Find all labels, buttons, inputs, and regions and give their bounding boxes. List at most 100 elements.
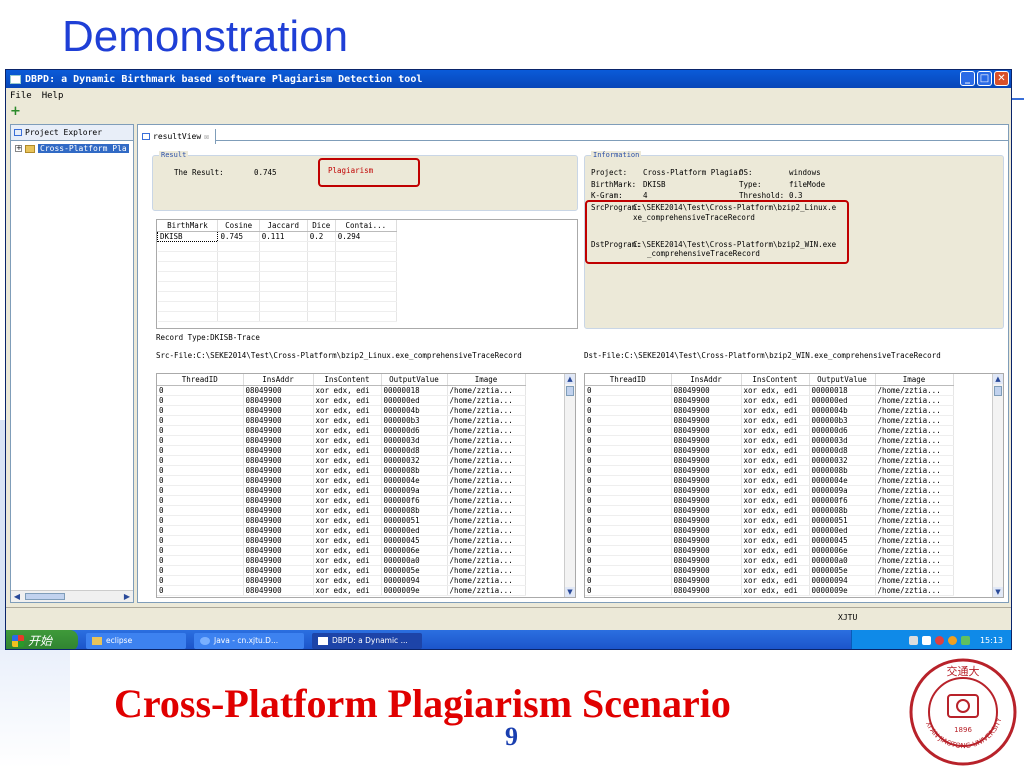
table-cell: xor edx, edi [313, 545, 382, 556]
table-cell: xor edx, edi [313, 485, 382, 496]
dst-trace-column-header[interactable]: OutputValue [809, 374, 876, 386]
volume-icon[interactable] [960, 636, 970, 645]
security-icon[interactable] [934, 636, 944, 645]
dst-trace-row[interactable]: 0 08049900 xor edx, edi 0000004b/home/zztia… [585, 405, 954, 416]
table-cell: xor edx, edi [313, 475, 382, 486]
network-icon[interactable] [947, 636, 957, 645]
dst-trace-row[interactable]: 0 08049900 xor edx, edi 0000008b/home/zztia… [585, 465, 954, 476]
dst-trace-row[interactable]: 0 08049900 xor edx, edi 000000f6/home/zztia… [585, 495, 954, 506]
close-button[interactable]: ✕ [994, 71, 1009, 86]
metrics-row[interactable]: DKISB 0.745 0.111 0.2 0.294 [157, 230, 398, 242]
add-project-icon[interactable]: + [10, 105, 22, 118]
src-trace-row[interactable]: 0 08049900 xor edx, edi 0000005e/home/zztia… [157, 565, 526, 576]
src-trace-column-header[interactable]: Image [447, 374, 526, 386]
scroll-down-icon[interactable]: ▼ [993, 587, 1003, 597]
src-trace-row[interactable]: 0 08049900 xor edx, edi 000000a0/home/zztia… [157, 555, 526, 566]
table-cell: /home/zztia... [875, 515, 954, 526]
dst-trace-row[interactable]: 0 08049900 xor edx, edi 0000005e/home/zztia… [585, 565, 954, 576]
menu-file[interactable]: File [10, 91, 32, 101]
start-button[interactable]: 开始 [6, 630, 78, 649]
src-trace-column-header[interactable]: ThreadID [157, 374, 244, 386]
scroll-down-icon[interactable]: ▼ [565, 587, 575, 597]
dst-trace-row[interactable]: 0 08049900 xor edx, edi 00000018/home/zztia… [585, 385, 954, 396]
table-cell: 08049900 [671, 445, 742, 456]
dst-trace-column-header[interactable]: InsAddr [671, 374, 742, 386]
src-trace-row[interactable]: 0 08049900 xor edx, edi 00000045/home/zztia… [157, 535, 526, 546]
dst-trace-column-header[interactable]: ThreadID [585, 374, 672, 386]
metrics-column-header[interactable]: Jaccard [259, 220, 308, 232]
dst-trace-row[interactable]: 0 08049900 xor edx, edi 0000009e/home/zztia… [585, 585, 954, 596]
horizontal-scrollbar[interactable]: ◀ ▶ [11, 590, 133, 602]
dst-trace-column-header[interactable]: Image [875, 374, 954, 386]
close-tab-icon[interactable]: ☒ [204, 132, 209, 141]
vertical-scrollbar[interactable]: ▲ ▼ [992, 374, 1003, 597]
tab-project-explorer[interactable]: Project Explorer [11, 125, 133, 141]
dst-trace-row[interactable]: 0 08049900 xor edx, edi 0000004e/home/zztia… [585, 475, 954, 486]
maximize-button[interactable]: □ [977, 71, 992, 86]
metrics-column-header[interactable]: Dice [307, 220, 336, 232]
src-trace-row[interactable]: 0 08049900 xor edx, edi 00000032/home/zztia… [157, 455, 526, 466]
dst-trace-row[interactable]: 0 08049900 xor edx, edi 000000d6/home/zztia… [585, 425, 954, 436]
src-trace-row[interactable]: 0 08049900 xor edx, edi 00000094/home/zztia… [157, 575, 526, 586]
dst-trace-row[interactable]: 0 08049900 xor edx, edi 0000003d/home/zztia… [585, 435, 954, 446]
expand-icon[interactable]: + [15, 145, 22, 152]
dst-trace-row[interactable]: 0 08049900 xor edx, edi 0000006e/home/zztia… [585, 545, 954, 556]
metrics-column-header[interactable]: BirthMark [157, 220, 219, 232]
dst-trace-row[interactable]: 0 08049900 xor edx, edi 000000ed/home/zztia… [585, 525, 954, 536]
clock[interactable]: 15:13 [980, 636, 1003, 645]
taskbar-item-eclipse[interactable]: eclipse [86, 632, 186, 649]
src-trace-row[interactable]: 0 08049900 xor edx, edi 000000ed/home/zztia… [157, 395, 526, 406]
dst-trace-column-header[interactable]: InsContent [741, 374, 810, 386]
window-titlebar[interactable]: DBPD: a Dynamic Birthmark based software… [6, 70, 1011, 88]
src-trace-row[interactable]: 0 08049900 xor edx, edi 0000004e/home/zztia… [157, 475, 526, 486]
metrics-column-header[interactable]: Contai... [335, 220, 398, 232]
src-trace-row[interactable]: 0 08049900 xor edx, edi 00000018/home/zztia… [157, 385, 526, 396]
src-trace-column-header[interactable]: InsContent [313, 374, 382, 386]
src-trace-row[interactable]: 0 08049900 xor edx, edi 0000006e/home/zztia… [157, 545, 526, 556]
src-trace-row[interactable]: 0 08049900 xor edx, edi 00000051/home/zztia… [157, 515, 526, 526]
dst-trace-row[interactable]: 0 08049900 xor edx, edi 00000051/home/zztia… [585, 515, 954, 526]
scroll-up-icon[interactable]: ▲ [993, 374, 1003, 384]
src-trace-row[interactable]: 0 08049900 xor edx, edi 0000004b/home/zztia… [157, 405, 526, 416]
dst-trace-row[interactable]: 0 08049900 xor edx, edi 000000ed/home/zztia… [585, 395, 954, 406]
dst-trace-row[interactable]: 0 08049900 xor edx, edi 00000045/home/zztia… [585, 535, 954, 546]
help-icon[interactable] [921, 636, 931, 645]
src-trace-row[interactable]: 0 08049900 xor edx, edi 0000009e/home/zztia… [157, 585, 526, 596]
dst-trace-row[interactable]: 0 08049900 xor edx, edi 000000d8/home/zztia… [585, 445, 954, 456]
scroll-thumb[interactable] [994, 386, 1002, 396]
scroll-right-icon[interactable]: ▶ [122, 592, 132, 602]
scroll-thumb[interactable] [25, 593, 65, 600]
table-cell: xor edx, edi [741, 465, 810, 476]
minimize-button[interactable]: _ [960, 71, 975, 86]
taskbar-item-dbpd[interactable]: DBPD: a Dynamic ... [312, 632, 422, 649]
src-trace-row[interactable]: 0 08049900 xor edx, edi 0000003d/home/zztia… [157, 435, 526, 446]
tab-result-view[interactable]: resultView ☒ [138, 129, 216, 144]
src-trace-column-header[interactable]: OutputValue [381, 374, 448, 386]
table-cell: /home/zztia... [447, 415, 526, 426]
dst-trace-row[interactable]: 0 08049900 xor edx, edi 0000009a/home/zztia… [585, 485, 954, 496]
src-trace-row[interactable]: 0 08049900 xor edx, edi 000000b3/home/zztia… [157, 415, 526, 426]
src-trace-row[interactable]: 0 08049900 xor edx, edi 000000d6/home/zztia… [157, 425, 526, 436]
src-trace-column-header[interactable]: InsAddr [243, 374, 314, 386]
src-trace-row[interactable]: 0 08049900 xor edx, edi 000000d8/home/zztia… [157, 445, 526, 456]
vertical-scrollbar[interactable]: ▲ ▼ [564, 374, 575, 597]
scroll-thumb[interactable] [566, 386, 574, 396]
taskbar-item-java[interactable]: Java - cn.xjtu.D... [194, 632, 304, 649]
src-trace-row[interactable]: 0 08049900 xor edx, edi 0000009a/home/zztia… [157, 485, 526, 496]
src-trace-row[interactable]: 0 08049900 xor edx, edi 000000f6/home/zztia… [157, 495, 526, 506]
scroll-left-icon[interactable]: ◀ [12, 592, 22, 602]
keyboard-icon[interactable] [908, 636, 918, 645]
metrics-column-header[interactable]: Cosine [217, 220, 260, 232]
dst-trace-row[interactable]: 0 08049900 xor edx, edi 0000008b/home/zztia… [585, 505, 954, 516]
src-trace-row[interactable]: 0 08049900 xor edx, edi 0000008b/home/zztia… [157, 465, 526, 476]
src-trace-row[interactable]: 0 08049900 xor edx, edi 000000ed/home/zztia… [157, 525, 526, 536]
group-legend: Result [159, 151, 189, 159]
scroll-up-icon[interactable]: ▲ [565, 374, 575, 384]
menu-help[interactable]: Help [42, 91, 64, 101]
src-trace-row[interactable]: 0 08049900 xor edx, edi 0000008b/home/zztia… [157, 505, 526, 516]
dst-trace-row[interactable]: 0 08049900 xor edx, edi 000000a0/home/zztia… [585, 555, 954, 566]
dst-trace-row[interactable]: 0 08049900 xor edx, edi 00000094/home/zztia… [585, 575, 954, 586]
tree-item-project[interactable]: + Cross-Platform Pla [11, 141, 133, 153]
dst-trace-row[interactable]: 0 08049900 xor edx, edi 00000032/home/zztia… [585, 455, 954, 466]
dst-trace-row[interactable]: 0 08049900 xor edx, edi 000000b3/home/zztia… [585, 415, 954, 426]
